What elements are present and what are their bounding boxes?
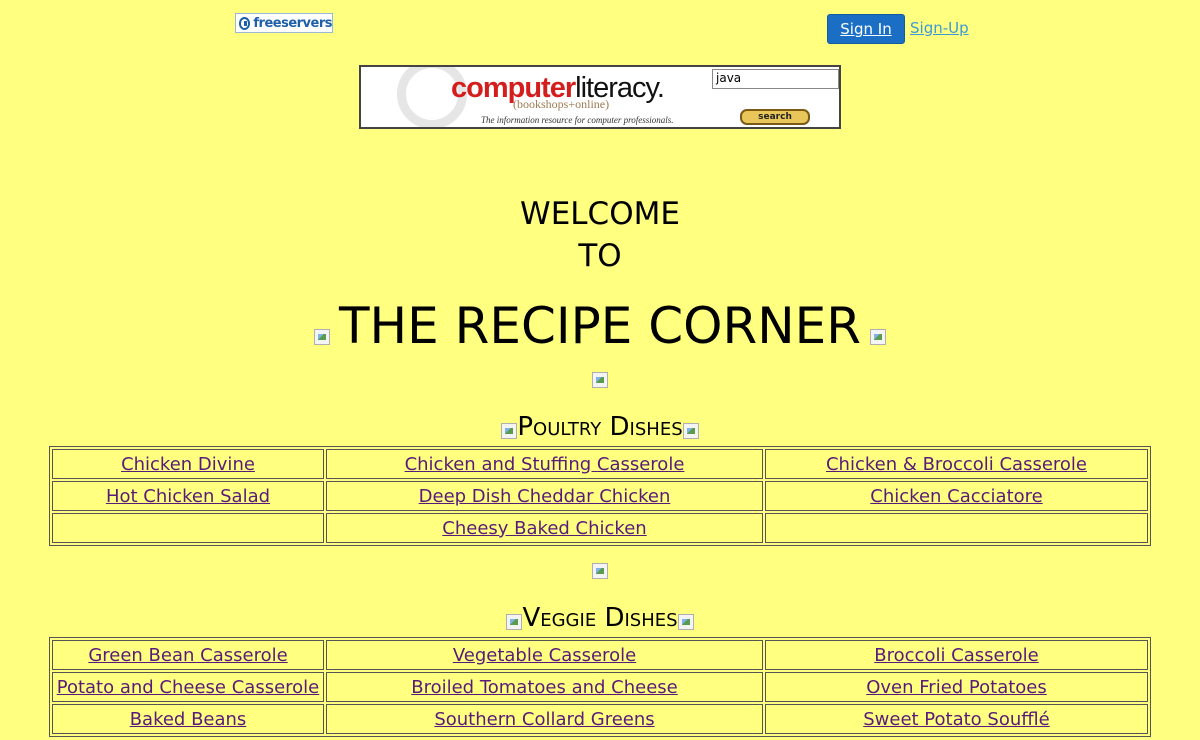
veggie-recipes-table: Green Bean Casserole Vegetable Casserole… [49, 637, 1151, 737]
ad-search-input[interactable]: java [712, 69, 839, 89]
table-cell: Deep Dish Cheddar Chicken [326, 481, 763, 511]
table-row: Potato and Cheese Casserole Broiled Toma… [52, 672, 1148, 702]
recipe-link[interactable]: Sweet Potato Soufflé [863, 709, 1050, 730]
table-cell: Vegetable Casserole [326, 640, 763, 670]
recipe-link[interactable]: Southern Collard Greens [434, 709, 654, 730]
recipe-link[interactable]: Chicken and Stuffing Casserole [405, 454, 685, 475]
section-heading-veggie: Veggie Dishes [0, 600, 1200, 636]
table-row: Baked Beans Southern Collard Greens Swee… [52, 704, 1148, 734]
table-cell: Chicken Divine [52, 449, 324, 479]
table-cell: Baked Beans [52, 704, 324, 734]
table-cell: Chicken & Broccoli Casserole [765, 449, 1148, 479]
page-title: THE RECIPE CORNER [0, 296, 1200, 356]
table-cell: Chicken and Stuffing Casserole [326, 449, 763, 479]
freeservers-logo[interactable]: freeservers [235, 13, 333, 33]
broken-image-icon [506, 614, 523, 630]
table-cell: Green Bean Casserole [52, 640, 324, 670]
recipe-link[interactable]: Baked Beans [130, 709, 247, 730]
ad-search-button[interactable]: search [740, 109, 810, 125]
table-cell: Hot Chicken Salad [52, 481, 324, 511]
broken-image-icon [314, 329, 330, 345]
ad-subtitle: (bookshops+online) [513, 97, 610, 111]
recipe-link[interactable]: Green Bean Casserole [88, 645, 287, 666]
ad-tagline: The information resource for computer pr… [481, 115, 674, 125]
table-row: Cheesy Baked Chicken [52, 513, 1148, 543]
recipe-link[interactable]: Deep Dish Cheddar Chicken [419, 486, 671, 507]
table-cell: Broccoli Casserole [765, 640, 1148, 670]
recipe-link[interactable]: Potato and Cheese Casserole [57, 677, 320, 698]
table-row: Green Bean Casserole Vegetable Casserole… [52, 640, 1148, 670]
computer-literacy-banner-ad[interactable]: computerliteracy. (bookshops+online) The… [359, 65, 841, 129]
recipe-link[interactable]: Vegetable Casserole [453, 645, 636, 666]
freeservers-logo-icon [239, 16, 251, 30]
broken-image-icon [501, 423, 518, 439]
broken-image-icon [682, 423, 699, 439]
page-title-text: THE RECIPE CORNER [339, 297, 861, 355]
table-row: Hot Chicken Salad Deep Dish Cheddar Chic… [52, 481, 1148, 511]
broken-image-icon [870, 329, 886, 345]
table-cell: Oven Fried Potatoes [765, 672, 1148, 702]
recipe-link[interactable]: Cheesy Baked Chicken [442, 518, 646, 539]
broken-image-icon [677, 614, 694, 630]
divider-broken-image-icon [592, 372, 608, 388]
table-cell-empty [52, 513, 324, 543]
table-cell: Chicken Cacciatore [765, 481, 1148, 511]
table-cell: Potato and Cheese Casserole [52, 672, 324, 702]
recipe-link[interactable]: Chicken Cacciatore [870, 486, 1042, 507]
recipe-link[interactable]: Broiled Tomatoes and Cheese [411, 677, 678, 698]
table-row: Chicken Divine Chicken and Stuffing Cass… [52, 449, 1148, 479]
recipe-link[interactable]: Hot Chicken Salad [106, 486, 270, 507]
section-heading-text: Poultry Dishes [517, 412, 683, 442]
divider-broken-image-icon [592, 563, 608, 579]
recipe-link[interactable]: Chicken Divine [121, 454, 255, 475]
poultry-recipes-table: Chicken Divine Chicken and Stuffing Cass… [49, 446, 1151, 546]
recipe-link[interactable]: Broccoli Casserole [874, 645, 1038, 666]
welcome-line-1: WELCOME [520, 196, 680, 232]
section-heading-text: Veggie Dishes [522, 603, 678, 633]
table-cell: Broiled Tomatoes and Cheese [326, 672, 763, 702]
freeservers-logo-text: freeservers [253, 15, 332, 31]
welcome-line-2: TO [578, 238, 622, 274]
sign-in-button[interactable]: Sign In [827, 14, 905, 44]
section-heading-poultry: Poultry Dishes [0, 409, 1200, 445]
table-cell: Cheesy Baked Chicken [326, 513, 763, 543]
sign-up-link[interactable]: Sign-Up [910, 19, 969, 37]
table-cell: Sweet Potato Soufflé [765, 704, 1148, 734]
table-cell-empty [765, 513, 1148, 543]
recipe-link[interactable]: Chicken & Broccoli Casserole [826, 454, 1087, 475]
table-cell: Southern Collard Greens [326, 704, 763, 734]
recipe-link[interactable]: Oven Fried Potatoes [866, 677, 1047, 698]
